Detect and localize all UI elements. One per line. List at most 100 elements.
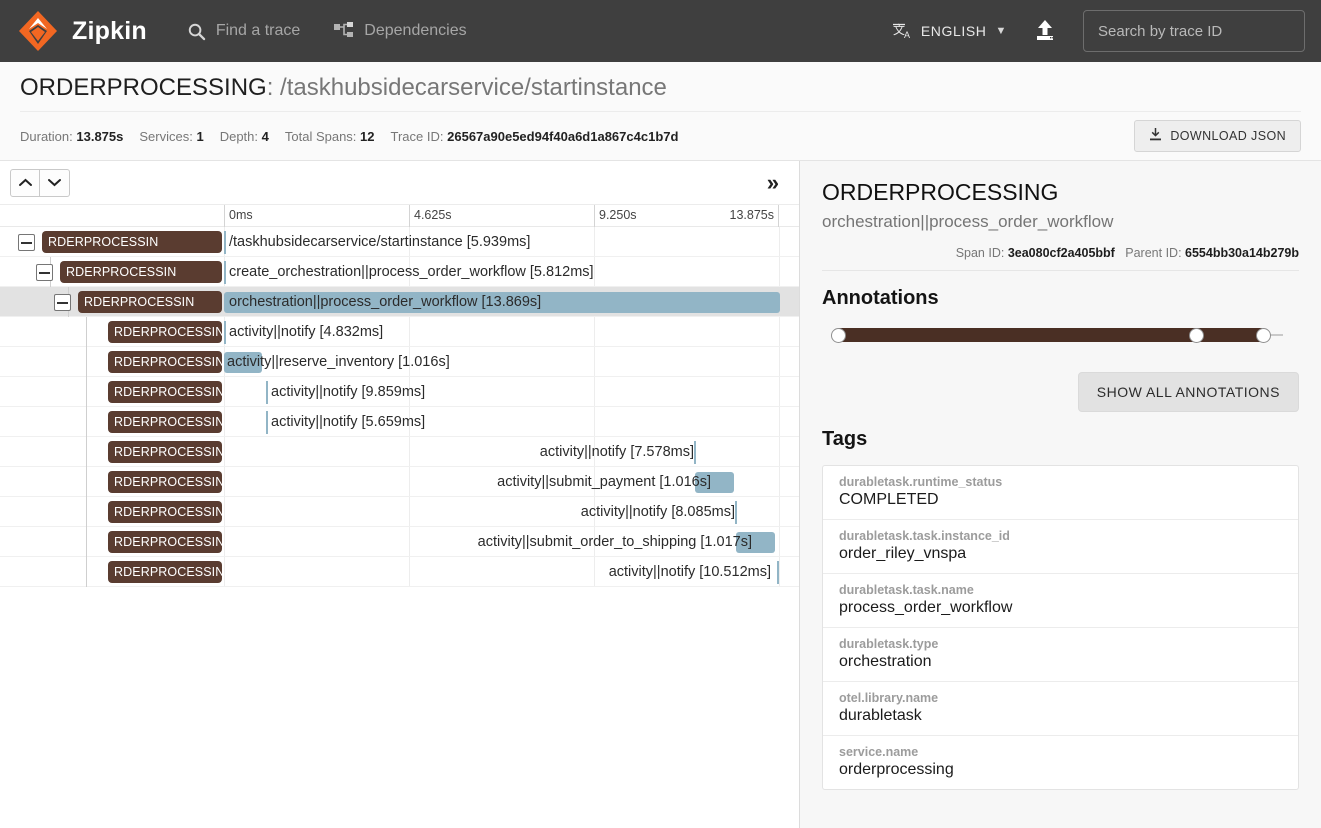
trace-header: ORDERPROCESSING: /taskhubsidecarservice/… <box>0 62 1321 161</box>
tree-connector <box>86 407 87 437</box>
navbar-right-group: 文 A ENGLISH ▼ <box>893 10 1305 52</box>
nav-find-a-trace[interactable]: Find a trace <box>187 22 300 41</box>
span-row[interactable]: RDERPROCESSINactivity||notify [9.859ms] <box>0 377 799 407</box>
span-row[interactable]: RDERPROCESSIN activity||notify [8.085ms] <box>0 497 799 527</box>
upload-icon <box>1033 18 1057 44</box>
tag-row: service.nameorderprocessing <box>823 736 1298 789</box>
chevron-down-icon: ▼ <box>996 25 1008 37</box>
trace-title-separator: : <box>267 74 280 101</box>
span-duration-tick <box>694 441 696 464</box>
span-label: activity||notify [8.085ms] <box>581 502 735 523</box>
span-row[interactable]: RDERPROCESSINactivity||submit_order_to_s… <box>0 527 799 557</box>
tree-connector <box>86 467 87 497</box>
span-row[interactable]: RDERPROCESSIN create_orchestration||proce… <box>0 257 799 287</box>
download-icon <box>1149 128 1162 144</box>
span-id-value: 3ea080cf2a405bbf <box>1008 246 1115 260</box>
nav-dependencies[interactable]: Dependencies <box>334 22 466 40</box>
axis-tick: 13.875s <box>730 205 779 227</box>
span-collapse-toggle[interactable] <box>36 264 53 281</box>
body-split: » 0ms4.625s9.250s13.875s RDERPROCESSIN/t… <box>0 161 1321 828</box>
collapse-spans-button[interactable] <box>10 169 40 197</box>
chevron-up-icon <box>19 178 32 187</box>
span-label: activity||submit_payment [1.016s] <box>497 472 711 493</box>
meta-total-spans: Total Spans: 12 <box>285 129 375 144</box>
tree-connector <box>86 497 87 527</box>
axis-tick: 4.625s <box>409 205 452 227</box>
expand-spans-button[interactable] <box>40 169 70 197</box>
tag-value: process_order_workflow <box>839 599 1282 617</box>
language-selector[interactable]: 文 A ENGLISH ▼ <box>893 22 1007 41</box>
tag-value: durabletask <box>839 707 1282 725</box>
span-label: activity||notify [4.832ms] <box>229 322 383 343</box>
page-title: ORDERPROCESSING: /taskhubsidecarservice/… <box>20 74 1301 102</box>
tag-row: durabletask.runtime_statusCOMPLETED <box>823 466 1298 520</box>
span-service-badge: RDERPROCESSIN <box>60 261 222 283</box>
meta-trace-id-label: Trace ID: <box>391 129 444 144</box>
tag-key: durabletask.runtime_status <box>839 475 1282 489</box>
span-label: activity||notify [10.512ms] <box>609 562 771 583</box>
span-label: /taskhubsidecarservice/startinstance [5.… <box>229 232 530 253</box>
show-all-annotations-button[interactable]: SHOW ALL ANNOTATIONS <box>1078 372 1299 412</box>
span-duration-tick <box>266 411 268 434</box>
parent-id-label: Parent ID: <box>1125 246 1181 260</box>
dependency-tree-icon <box>334 22 354 40</box>
double-chevron-right-icon[interactable]: » <box>767 172 779 194</box>
meta-total-spans-label: Total Spans: <box>285 129 357 144</box>
span-label: create_orchestration||process_order_work… <box>229 262 594 283</box>
brand-title: Zipkin <box>72 17 147 46</box>
span-collapse-toggle[interactable] <box>54 294 71 311</box>
meta-services-label: Services: <box>139 129 192 144</box>
span-duration-tick <box>224 321 226 344</box>
span-row[interactable]: RDERPROCESSINactivity||notify [5.659ms] <box>0 407 799 437</box>
span-service-badge: RDERPROCESSIN <box>108 381 222 403</box>
language-label: ENGLISH <box>921 23 987 39</box>
tag-row: durabletask.task.nameprocess_order_workf… <box>823 574 1298 628</box>
annotations-title: Annotations <box>822 287 1299 310</box>
timeline-pane: » 0ms4.625s9.250s13.875s RDERPROCESSIN/t… <box>0 161 800 828</box>
download-json-label: DOWNLOAD JSON <box>1170 129 1286 143</box>
span-row[interactable]: RDERPROCESSIN/taskhubsidecarservice/star… <box>0 227 799 257</box>
span-row[interactable]: RDERPROCESSINactivity||notify [4.832ms] <box>0 317 799 347</box>
span-service-badge: RDERPROCESSIN <box>108 351 222 373</box>
span-rows: RDERPROCESSIN/taskhubsidecarservice/star… <box>0 227 799 587</box>
meta-services-value: 1 <box>196 129 203 144</box>
svg-text:A: A <box>904 30 911 40</box>
meta-depth-label: Depth: <box>220 129 258 144</box>
slider-knob[interactable] <box>1256 328 1271 343</box>
span-row[interactable]: RDERPROCESSINactivity||submit_payment [1… <box>0 467 799 497</box>
axis-tick: 9.250s <box>594 205 637 227</box>
tag-key: otel.library.name <box>839 691 1282 705</box>
trace-endpoint: /taskhubsidecarservice/startinstance <box>280 74 667 101</box>
span-service-badge: RDERPROCESSIN <box>108 501 222 523</box>
span-duration-tick <box>777 561 779 584</box>
parent-id-value: 6554bb30a14b279b <box>1185 246 1299 260</box>
span-service-badge: RDERPROCESSIN <box>108 411 222 433</box>
tag-row: durabletask.typeorchestration <box>823 628 1298 682</box>
meta-total-spans-value: 12 <box>360 129 374 144</box>
search-by-trace-id-input[interactable] <box>1083 10 1305 52</box>
span-row[interactable]: RDERPROCESSINactivity||reserve_inventory… <box>0 347 799 377</box>
time-axis: 0ms4.625s9.250s13.875s <box>0 205 799 227</box>
download-json-button[interactable]: DOWNLOAD JSON <box>1134 120 1301 152</box>
tag-key: durabletask.type <box>839 637 1282 651</box>
meta-trace-id-value: 26567a90e5ed94f40a6d1a867c4c1b7d <box>447 129 678 144</box>
chevron-down-icon <box>48 178 61 187</box>
zipkin-logo-icon[interactable] <box>16 9 60 53</box>
span-id-label: Span ID: <box>956 246 1005 260</box>
span-row[interactable]: RDERPROCESSINactivity||notify [7.578ms] <box>0 437 799 467</box>
span-label: activity||submit_order_to_shipping [1.01… <box>478 532 752 553</box>
show-all-annotations-row: SHOW ALL ANNOTATIONS <box>822 372 1299 412</box>
span-label: activity||reserve_inventory [1.016s] <box>227 352 450 373</box>
translate-icon: 文 A <box>893 22 913 41</box>
span-row[interactable]: RDERPROCESSINorchestration||process_orde… <box>0 287 799 317</box>
annotations-slider[interactable] <box>838 324 1283 346</box>
trace-service-name: ORDERPROCESSING <box>20 74 267 101</box>
span-service-badge: RDERPROCESSIN <box>108 441 222 463</box>
meta-trace-id: Trace ID: 26567a90e5ed94f40a6d1a867c4c1b… <box>391 129 679 144</box>
upload-trace-button[interactable] <box>1033 18 1057 44</box>
slider-knob[interactable] <box>831 328 846 343</box>
slider-knob[interactable] <box>1189 328 1204 343</box>
span-collapse-toggle[interactable] <box>18 234 35 251</box>
span-row[interactable]: RDERPROCESSINactivity||notify [10.512ms] <box>0 557 799 587</box>
search-icon <box>187 22 206 41</box>
